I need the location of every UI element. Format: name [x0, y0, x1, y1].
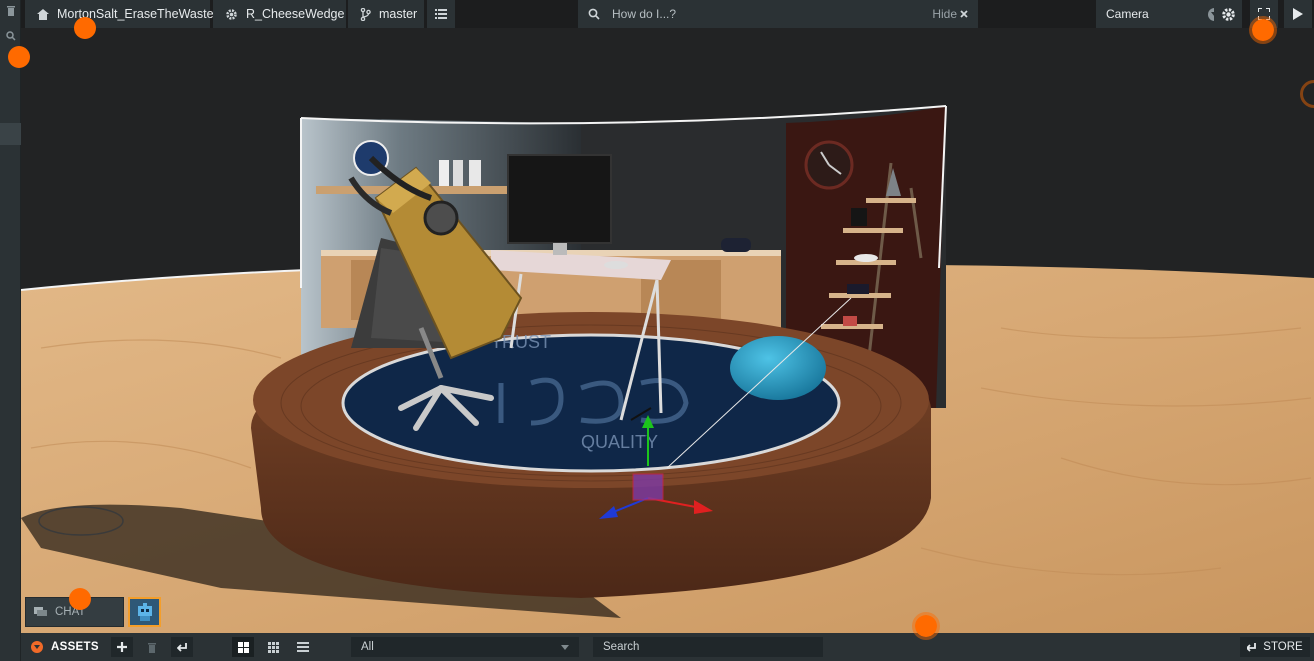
menu-button[interactable]	[427, 0, 455, 28]
camera-select[interactable]: Camera	[1096, 0, 1231, 28]
search-icon	[588, 8, 600, 20]
cursor-marker	[915, 615, 937, 637]
delete-asset-button[interactable]	[141, 637, 163, 657]
scene-button[interactable]: R_CheeseWedge	[213, 0, 346, 28]
trash-icon[interactable]	[0, 0, 21, 20]
plus-icon	[117, 642, 127, 652]
assets-toggle[interactable]: ASSETS	[31, 633, 99, 661]
grid-large-icon	[237, 641, 249, 653]
store-button[interactable]: STORE	[1240, 637, 1310, 657]
swap-asset-button[interactable]	[171, 637, 193, 657]
cursor-marker	[74, 17, 96, 39]
trash-icon	[148, 642, 156, 653]
hide-button[interactable]: Hide	[932, 7, 968, 21]
assets-panel-header: ASSETS All Search STORE	[21, 633, 1314, 661]
left-toolbar	[0, 0, 21, 661]
help-search[interactable]: How do I...? Hide	[578, 0, 978, 28]
cursor-marker	[1252, 19, 1274, 41]
home-icon	[37, 8, 49, 20]
close-icon	[960, 10, 968, 18]
user-avatar[interactable]	[128, 597, 161, 627]
chevron-down-icon	[561, 644, 569, 650]
cursor-marker	[69, 588, 91, 610]
branch-button[interactable]: master	[348, 0, 424, 28]
gear-icon	[1221, 7, 1235, 21]
scene-viewport[interactable]: TRUST QUALITY	[21, 28, 1314, 633]
svg-text:QUALITY: QUALITY	[581, 432, 658, 452]
assets-label: ASSETS	[51, 641, 99, 653]
settings-button[interactable]	[1214, 0, 1242, 28]
chat-icon	[34, 606, 47, 616]
hide-label: Hide	[932, 7, 957, 21]
chevron-down-icon	[31, 641, 43, 653]
grid-large-view-button[interactable]	[232, 637, 254, 657]
top-toolbar: MortonSalt_EraseTheWaste R_CheeseWedge m…	[21, 0, 1314, 28]
robot-avatar-icon	[137, 603, 152, 621]
play-icon	[1293, 8, 1303, 20]
store-icon	[1247, 643, 1257, 652]
project-button[interactable]: MortonSalt_EraseTheWaste	[25, 0, 214, 28]
add-asset-button[interactable]	[111, 637, 133, 657]
scene-render: TRUST QUALITY	[21, 28, 1314, 633]
gear-icon	[226, 8, 237, 20]
grid-small-view-button[interactable]	[262, 637, 284, 657]
camera-value: Camera	[1106, 7, 1149, 21]
help-search-placeholder: How do I...?	[612, 7, 677, 21]
asset-filter-select[interactable]: All	[351, 637, 579, 657]
store-label: STORE	[1263, 641, 1303, 653]
hierarchy-selected-row[interactable]	[0, 123, 21, 145]
cursor-marker	[8, 46, 30, 68]
scene-name: R_CheeseWedge	[246, 7, 345, 21]
list-view-button[interactable]	[292, 637, 314, 657]
list-view-icon	[297, 642, 309, 652]
play-button[interactable]	[1284, 0, 1312, 28]
swap-icon	[176, 643, 187, 652]
asset-search-input[interactable]: Search	[593, 637, 823, 657]
grid-small-icon	[267, 641, 279, 653]
branch-name: master	[379, 7, 418, 21]
asset-filter-value: All	[361, 641, 374, 653]
list-icon	[435, 9, 447, 19]
branch-icon	[360, 7, 371, 21]
editor-window: TRUST QUALITY MortonSalt_EraseTheWaste R…	[0, 0, 1314, 661]
search-icon[interactable]	[0, 26, 21, 46]
asset-search-placeholder: Search	[603, 641, 640, 653]
